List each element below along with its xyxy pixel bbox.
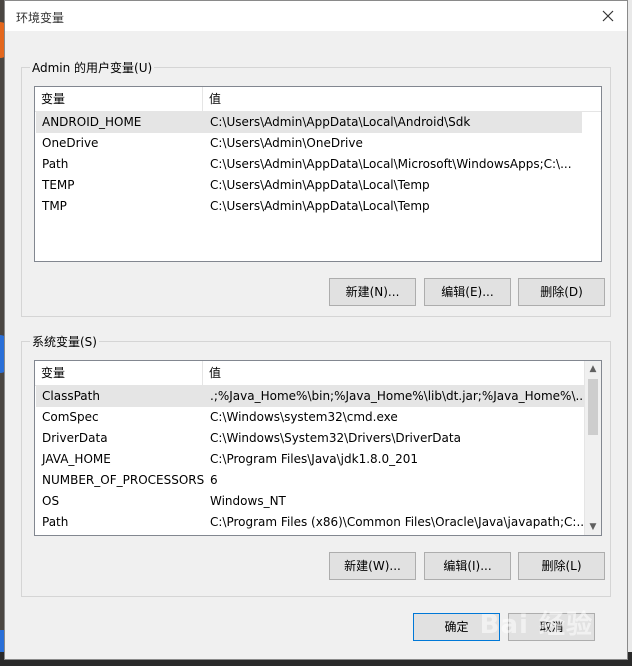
- list-header: 变量 值: [35, 361, 601, 386]
- table-row[interactable]: ANDROID_HOME C:\Users\Admin\AppData\Loca…: [36, 112, 582, 133]
- variable-name: ClassPath: [42, 389, 100, 403]
- variable-name: OneDrive: [42, 136, 99, 150]
- window-title: 环境变量: [16, 11, 65, 25]
- close-icon: [602, 10, 614, 22]
- table-row[interactable]: JAVA_HOME C:\Program Files\Java\jdk1.8.0…: [36, 449, 584, 470]
- variable-value: 6: [210, 473, 218, 487]
- variable-value: C:\Program Files\Java\jdk1.8.0_201: [210, 452, 419, 466]
- variable-name: NUMBER_OF_PROCESSORS: [42, 473, 205, 487]
- variable-value: C:\Users\Admin\AppData\Local\Microsoft\W…: [210, 157, 572, 171]
- variable-name: Path: [42, 515, 69, 529]
- vertical-scrollbar[interactable]: ▲ ▼: [584, 361, 601, 535]
- environment-variables-dialog: 环境变量 Admin 的用户变量(U) 变量 值 ANDROID_HOME C:…: [4, 0, 628, 660]
- list-header: 变量 值: [35, 87, 601, 112]
- system-variables-label: 系统变量(S): [30, 333, 99, 350]
- title-bar: 环境变量: [5, 1, 627, 31]
- variable-value: Windows_NT: [210, 494, 286, 508]
- system-delete-button[interactable]: 删除(L): [518, 552, 605, 580]
- table-row[interactable]: OneDrive C:\Users\Admin\OneDrive: [36, 133, 582, 154]
- table-row[interactable]: NUMBER_OF_PROCESSORS 6: [36, 470, 584, 491]
- variable-name: ANDROID_HOME: [42, 115, 142, 129]
- chevron-up-icon[interactable]: ▲: [585, 361, 601, 377]
- table-row[interactable]: Path C:\Program Files (x86)\Common Files…: [36, 512, 588, 533]
- system-new-button[interactable]: 新建(W)...: [329, 552, 416, 580]
- variable-value: C:\Users\Admin\AppData\Local\Temp: [210, 178, 430, 192]
- variable-name: TEMP: [42, 178, 75, 192]
- table-row[interactable]: ComSpec C:\Windows\system32\cmd.exe: [36, 407, 584, 428]
- baidu-watermark: Bai 经验: [479, 610, 593, 640]
- column-header-variable[interactable]: 变量: [35, 87, 203, 111]
- scrollbar-thumb[interactable]: [588, 379, 598, 435]
- variable-value: C:\Users\Admin\AppData\Local\Android\Sdk: [210, 115, 471, 129]
- user-edit-button[interactable]: 编辑(E)...: [424, 278, 511, 306]
- table-row[interactable]: ClassPath .;%Java_Home%\bin;%Java_Home%\…: [36, 386, 587, 407]
- column-header-value[interactable]: 值: [203, 87, 583, 111]
- variable-name: DriverData: [42, 431, 108, 445]
- table-row[interactable]: TEMP C:\Users\Admin\AppData\Local\Temp: [36, 175, 582, 196]
- variable-value: C:\Program Files (x86)\Common Files\Orac…: [210, 515, 588, 529]
- variable-name: ComSpec: [42, 410, 99, 424]
- system-variables-group: 系统变量(S) 变量 值 ClassPath .;%Java_Home%\bin…: [21, 333, 611, 597]
- column-header-variable[interactable]: 变量: [35, 361, 203, 385]
- variable-value: C:\Windows\system32\cmd.exe: [210, 410, 398, 424]
- user-delete-button[interactable]: 删除(D): [518, 278, 605, 306]
- user-new-button[interactable]: 新建(N)...: [329, 278, 416, 306]
- column-header-value[interactable]: 值: [203, 361, 583, 385]
- system-variables-list[interactable]: 变量 值 ClassPath .;%Java_Home%\bin;%Java_H…: [34, 360, 602, 536]
- table-row[interactable]: OS Windows_NT: [36, 491, 584, 512]
- variable-value: C:\Users\Admin\AppData\Local\Temp: [210, 199, 430, 213]
- variable-value: C:\Users\Admin\OneDrive: [210, 136, 363, 150]
- system-edit-button[interactable]: 编辑(I)...: [424, 552, 511, 580]
- user-variables-list[interactable]: 变量 值 ANDROID_HOME C:\Users\Admin\AppData…: [34, 86, 602, 262]
- user-variables-group: Admin 的用户变量(U) 变量 值 ANDROID_HOME C:\User…: [21, 59, 611, 317]
- chevron-down-icon[interactable]: ▼: [585, 519, 601, 535]
- variable-name: JAVA_HOME: [42, 452, 111, 466]
- variable-value: C:\Windows\System32\Drivers\DriverData: [210, 431, 461, 445]
- variable-name: Path: [42, 157, 69, 171]
- table-row[interactable]: TMP C:\Users\Admin\AppData\Local\Temp: [36, 196, 582, 217]
- variable-value: .;%Java_Home%\bin;%Java_Home%\lib\dt.jar…: [210, 389, 587, 403]
- table-row[interactable]: Path C:\Users\Admin\AppData\Local\Micros…: [36, 154, 582, 175]
- close-button[interactable]: [597, 5, 619, 27]
- variable-name: TMP: [42, 199, 67, 213]
- variable-name: OS: [42, 494, 60, 508]
- table-row[interactable]: DriverData C:\Windows\System32\Drivers\D…: [36, 428, 584, 449]
- user-variables-label: Admin 的用户变量(U): [30, 59, 155, 76]
